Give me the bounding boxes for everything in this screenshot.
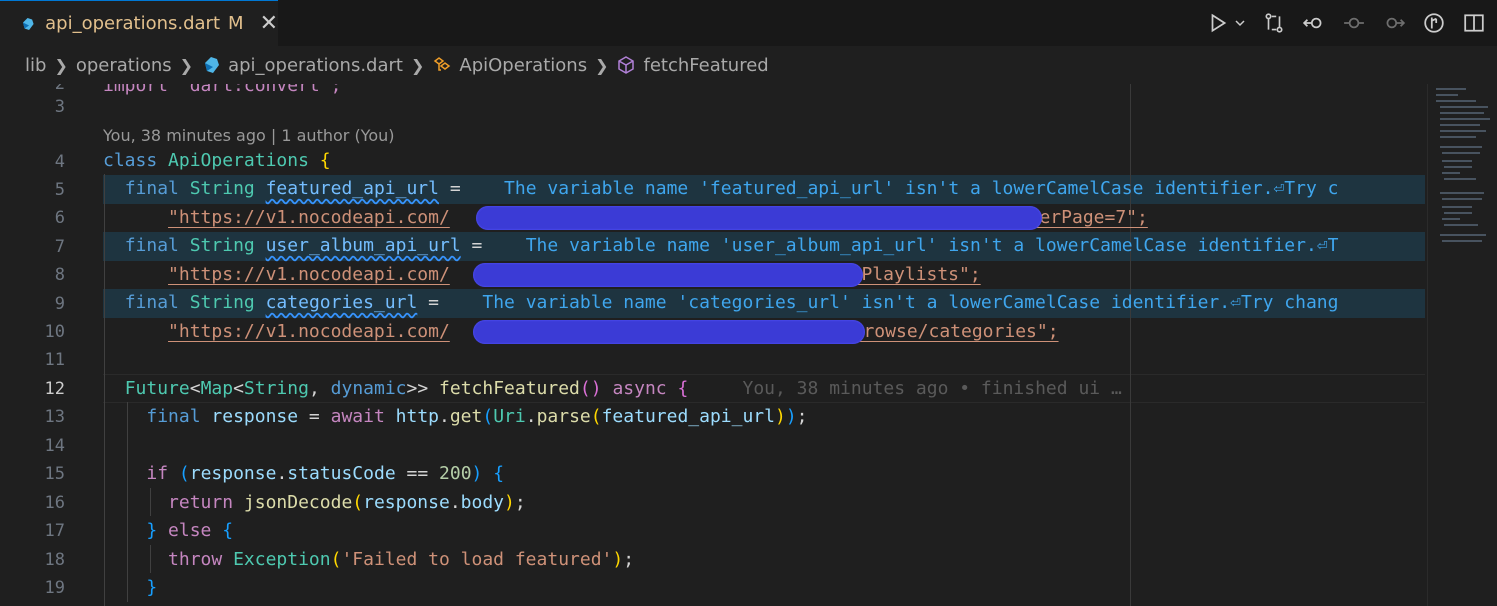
redacted-region [473,320,865,344]
code-line-2: import 'dart:convert'; [103,84,341,101]
line-number: 10 [44,322,65,342]
git-lens-button[interactable] [1421,10,1447,36]
line-number: 17 [44,521,65,541]
line-number: 3 [54,97,65,117]
chevron-right-icon: ❯ [595,55,609,75]
inline-diagnostic: The variable name 'featured_api_url' isn… [504,178,1339,199]
line-number: 11 [44,350,65,370]
redacted-region [476,206,1042,230]
play-icon [1211,13,1227,33]
breadcrumb-method[interactable]: fetchFeatured [643,55,768,76]
chevron-right-icon: ❯ [54,55,68,75]
class-icon [432,55,452,75]
line-number: 2 [54,84,65,94]
close-icon[interactable]: ✕ [260,11,278,36]
code-line-7: final String user_album_api_url = The va… [124,235,1339,256]
tab-filename: api_operations.dart [45,13,221,34]
lint-variable[interactable]: categories_url [266,292,418,313]
line-number: 8 [54,265,65,285]
lint-variable[interactable]: user_album_api_url [266,235,461,256]
breadcrumb-file[interactable]: api_operations.dart [228,55,403,76]
code-area[interactable]: import 'dart:convert'; You, 38 minutes a… [103,84,1425,606]
inline-diagnostic: The variable name 'categories_url' isn't… [482,292,1339,313]
breadcrumb-lib[interactable]: lib [25,55,46,76]
arrow-right-circle-icon [1386,17,1405,29]
dart-file-icon [201,55,221,75]
line-number: 18 [44,550,65,570]
breadcrumb-operations[interactable]: operations [76,55,172,76]
breadcrumb: lib ❯ operations ❯ api_operations.dart ❯… [0,46,1497,84]
line-number: 13 [44,407,65,427]
import-statement: import 'dart:convert'; [103,84,342,96]
lint-variable[interactable]: featured_api_url [266,178,439,199]
line-number: 9 [54,294,65,314]
next-change-button[interactable] [1381,10,1407,36]
arrow-left-circle-icon [1303,17,1322,29]
tab-bar: api_operations.dart M ✕ [0,0,1497,46]
breadcrumb-class[interactable]: ApiOperations [459,55,587,76]
code-line-15: if (response.statusCode == 200) { [146,463,505,484]
split-editor-button[interactable] [1461,10,1487,36]
dart-file-icon [23,17,34,30]
line-number: 16 [44,493,65,513]
line-number: 19 [44,578,65,598]
redacted-region [473,263,863,287]
code-line-13: final response = await http.get(Uri.pars… [146,406,808,427]
code-line-19: } [146,577,158,598]
git-blame-annotation[interactable]: You, 38 minutes ago • finished ui … [743,378,1122,399]
editor-ruler [1130,84,1131,606]
line-number: 4 [54,152,65,172]
line-number: 7 [54,237,65,257]
run-button[interactable] [1205,10,1231,36]
minimap[interactable] [1427,84,1497,606]
git-commit-icon [1344,17,1364,29]
git-lens-icon [1424,13,1444,33]
compare-changes-button[interactable] [1261,10,1287,36]
editor-actions [1191,0,1487,46]
line-number: 15 [44,464,65,484]
chevron-right-icon: ❯ [179,55,194,75]
codelens-authors[interactable]: You, 38 minutes ago | 1 author (You) [103,126,395,145]
code-line-12: Future<Map<String, dynamic>> fetchFeatur… [124,378,1122,399]
split-editor-icon [1464,14,1484,32]
method-icon [616,55,636,75]
line-number-gutter: 2 3 4 5 6 7 8 9 10 11 12 13 14 15 16 17 … [0,84,80,606]
current-change-button[interactable] [1341,10,1367,36]
chevron-right-icon: ❯ [410,55,425,75]
code-line-4: class ApiOperations { [103,150,331,171]
line-number: 5 [54,180,65,200]
code-line-9: final String categories_url = The variab… [124,292,1339,313]
chevron-down-icon [1235,20,1245,27]
run-dropdown-button[interactable] [1233,10,1247,36]
modified-badge: M [228,13,244,34]
git-compare-icon [1265,13,1283,33]
line-number: 6 [54,208,65,228]
line-number: 14 [44,436,65,456]
code-editor[interactable]: 2 3 4 5 6 7 8 9 10 11 12 13 14 15 16 17 … [0,84,1497,606]
tab-api-operations[interactable]: api_operations.dart M ✕ [0,0,278,46]
code-line-16: return jsonDecode(response.body); [168,492,526,513]
inline-diagnostic: The variable name 'user_album_api_url' i… [525,235,1339,256]
code-line-18: throw Exception('Failed to load featured… [168,549,635,570]
line-number-current: 12 [44,379,65,399]
code-line-17: } else { [146,520,234,541]
code-line-5: final String featured_api_url = The vari… [124,178,1339,199]
previous-change-button[interactable] [1301,10,1327,36]
